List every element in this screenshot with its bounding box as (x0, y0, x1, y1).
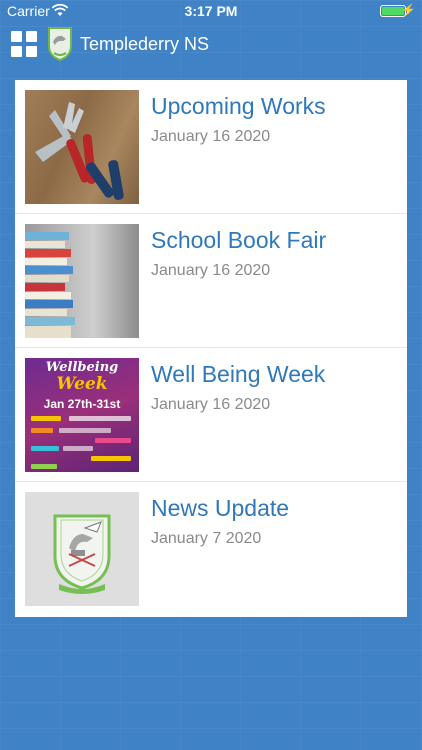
news-item-news-update[interactable]: News Update January 7 2020 (15, 482, 407, 616)
news-date: January 16 2020 (151, 396, 271, 413)
news-list: Upcoming Works January 16 2020 School Bo… (15, 80, 407, 617)
news-thumbnail (25, 492, 139, 606)
clock: 3:17 PM (184, 3, 238, 19)
news-item-well-being-week[interactable]: Wellbeing Week Jan 27th-31st Well Being … (15, 348, 407, 482)
poster-line (59, 428, 111, 433)
news-thumbnail (25, 90, 139, 204)
poster-line (91, 456, 131, 461)
news-thumbnail (25, 224, 139, 338)
poster-line (31, 428, 53, 433)
school-crest-image (53, 514, 111, 594)
news-date: January 7 2020 (151, 530, 262, 547)
poster-line (63, 446, 93, 451)
news-title: School Book Fair (151, 227, 327, 253)
news-title: News Update (151, 495, 290, 521)
poster-line (69, 416, 131, 421)
poster-title: Wellbeing (45, 360, 119, 375)
pliers-image (35, 102, 124, 200)
school-crest-icon (48, 27, 72, 62)
app-title: Templederry NS (80, 34, 210, 54)
charging-bolt-icon: ⚡ (401, 3, 416, 17)
news-title: Upcoming Works (151, 93, 326, 119)
grid-menu-icon[interactable] (11, 31, 37, 57)
book-stack-image (25, 232, 75, 338)
poster-subtitle: Week (56, 374, 108, 394)
poster-line (31, 416, 61, 421)
poster-line (31, 446, 59, 451)
news-item-upcoming-works[interactable]: Upcoming Works January 16 2020 (15, 80, 407, 214)
news-thumbnail: Wellbeing Week Jan 27th-31st (25, 358, 139, 472)
news-date: January 16 2020 (151, 128, 271, 145)
news-item-school-book-fair[interactable]: School Book Fair January 16 2020 (15, 214, 407, 348)
poster-line (31, 464, 57, 469)
poster-dates: Jan 27th-31st (43, 397, 121, 411)
news-date: January 16 2020 (151, 262, 271, 279)
status-bar: Carrier 3:17 PM ⚡ (0, 0, 422, 22)
nav-bar: Templederry NS (0, 22, 422, 66)
news-title: Well Being Week (151, 361, 326, 387)
poster-line (95, 438, 131, 443)
